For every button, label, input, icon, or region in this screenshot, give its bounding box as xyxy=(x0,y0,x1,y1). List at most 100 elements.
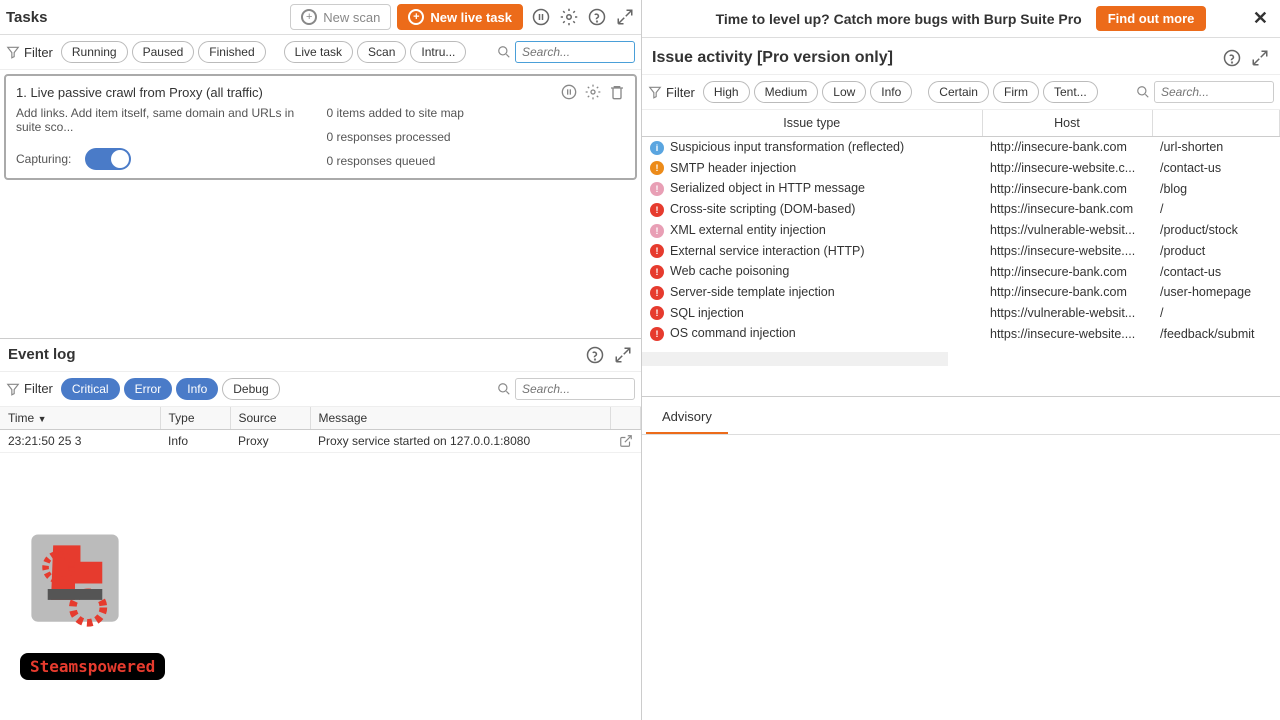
filter-pill-info[interactable]: Info xyxy=(176,378,218,400)
severity-icon: ! xyxy=(650,203,664,217)
eventlog-row[interactable]: 23:21:50 25 3 Info Proxy Proxy service s… xyxy=(0,429,641,452)
help-icon[interactable] xyxy=(1222,48,1242,68)
promo-bar: Time to level up? Catch more bugs with B… xyxy=(642,0,1280,38)
issue-row[interactable]: !Cross-site scripting (DOM-based)https:/… xyxy=(642,199,1280,220)
pause-icon[interactable] xyxy=(531,7,551,27)
issue-row[interactable]: !External service interaction (HTTP)http… xyxy=(642,241,1280,262)
severity-icon: ! xyxy=(650,182,664,196)
expand-icon[interactable] xyxy=(615,7,635,27)
conf-pill-firm[interactable]: Firm xyxy=(993,81,1039,103)
col-path[interactable] xyxy=(1152,110,1280,137)
task-card-title: 1. Live passive crawl from Proxy (all tr… xyxy=(16,85,561,100)
filter-pill-paused[interactable]: Paused xyxy=(132,41,195,63)
filter-pill-error[interactable]: Error xyxy=(124,378,173,400)
search-icon[interactable] xyxy=(497,45,511,59)
conf-pill-certain[interactable]: Certain xyxy=(928,81,989,103)
tasks-filter-bar: Filter Running Paused Finished Live task… xyxy=(0,35,641,70)
plus-icon: + xyxy=(301,9,317,25)
search-icon[interactable] xyxy=(497,382,511,396)
issue-row[interactable]: !Web cache poisoninghttp://insecure-bank… xyxy=(642,261,1280,282)
expand-icon[interactable] xyxy=(613,345,633,365)
severity-icon: ! xyxy=(650,161,664,175)
issue-row[interactable]: !SQL injectionhttps://vulnerable-websit.… xyxy=(642,303,1280,324)
eventlog-table: Time ▼ Type Source Message 23:21:50 25 3… xyxy=(0,407,641,453)
severity-icon: ! xyxy=(650,286,664,300)
promo-text: Time to level up? Catch more bugs with B… xyxy=(716,11,1082,27)
severity-icon: ! xyxy=(650,224,664,238)
col-host[interactable]: Host xyxy=(982,110,1152,137)
col-message[interactable]: Message xyxy=(310,407,611,430)
col-issuetype[interactable]: Issue type xyxy=(642,110,982,137)
expand-icon[interactable] xyxy=(1250,48,1270,68)
filter-label: Filter xyxy=(24,381,53,396)
tasks-header: Tasks + New scan + New live task xyxy=(0,0,641,35)
new-live-task-button[interactable]: + New live task xyxy=(397,4,523,30)
close-icon[interactable]: ✕ xyxy=(1253,8,1268,29)
capturing-toggle[interactable] xyxy=(85,148,131,170)
severity-icon: ! xyxy=(650,306,664,320)
sort-down-icon: ▼ xyxy=(38,414,47,424)
new-scan-button[interactable]: + New scan xyxy=(290,4,391,30)
filter-icon xyxy=(6,45,20,59)
task-card[interactable]: 1. Live passive crawl from Proxy (all tr… xyxy=(4,74,637,180)
pause-icon[interactable] xyxy=(561,84,577,100)
issue-title: Issue activity [Pro version only] xyxy=(652,49,1214,67)
sev-pill-info[interactable]: Info xyxy=(870,81,912,103)
filter-pill-running[interactable]: Running xyxy=(61,41,128,63)
filter-pill-livetask[interactable]: Live task xyxy=(284,41,353,63)
external-link-icon[interactable] xyxy=(611,429,641,452)
issue-row[interactable]: !Server-side template injectionhttp://in… xyxy=(642,282,1280,303)
issue-header: Issue activity [Pro version only] xyxy=(642,38,1280,75)
filter-pill-finished[interactable]: Finished xyxy=(198,41,265,63)
filter-pill-debug[interactable]: Debug xyxy=(222,378,279,400)
issue-row[interactable]: iSuspicious input transformation (reflec… xyxy=(642,137,1280,158)
new-live-label: New live task xyxy=(430,10,512,25)
severity-icon: ! xyxy=(650,327,664,341)
col-time[interactable]: Time ▼ xyxy=(0,407,160,430)
severity-icon: ! xyxy=(650,265,664,279)
issues-search-input[interactable] xyxy=(1154,81,1274,103)
filter-icon xyxy=(6,382,20,396)
capturing-label: Capturing: xyxy=(16,152,71,166)
trash-icon[interactable] xyxy=(609,84,625,100)
new-scan-label: New scan xyxy=(323,10,380,25)
tasks-search-input[interactable] xyxy=(515,41,635,63)
issue-row[interactable]: !OS command injectionhttps://insecure-we… xyxy=(642,323,1280,344)
eventlog-header: Event log xyxy=(0,338,641,372)
issue-table: Issue type Host iSuspicious input transf… xyxy=(642,110,1280,397)
gear-icon[interactable] xyxy=(585,84,601,100)
filter-pill-intruder[interactable]: Intru... xyxy=(410,41,466,63)
conf-pill-tentative[interactable]: Tent... xyxy=(1043,81,1098,103)
sev-pill-high[interactable]: High xyxy=(703,81,750,103)
issue-row[interactable]: !SMTP header injectionhttp://insecure-we… xyxy=(642,158,1280,179)
sev-pill-medium[interactable]: Medium xyxy=(754,81,819,103)
gear-icon[interactable] xyxy=(559,7,579,27)
task-description: Add links. Add item itself, same domain … xyxy=(16,106,315,134)
issue-row[interactable]: !XML external entity injectionhttps://vu… xyxy=(642,220,1280,241)
help-icon[interactable] xyxy=(587,7,607,27)
filter-icon xyxy=(648,85,662,99)
issue-filter-bar: Filter High Medium Low Info Certain Firm… xyxy=(642,75,1280,110)
eventlog-search-input[interactable] xyxy=(515,378,635,400)
filter-pill-scan[interactable]: Scan xyxy=(357,41,406,63)
tasks-title: Tasks xyxy=(6,9,290,26)
task-stat: 0 responses queued xyxy=(327,154,626,168)
search-icon[interactable] xyxy=(1136,85,1150,99)
advisory-tabs: Advisory xyxy=(642,397,1280,435)
promo-button[interactable]: Find out more xyxy=(1096,6,1207,31)
help-icon[interactable] xyxy=(585,345,605,365)
col-source[interactable]: Source xyxy=(230,407,310,430)
severity-icon: ! xyxy=(650,244,664,258)
issue-row[interactable]: !Serialized object in HTTP messagehttp:/… xyxy=(642,178,1280,199)
scrollbar-horizontal[interactable] xyxy=(642,352,948,366)
col-type[interactable]: Type xyxy=(160,407,230,430)
tab-advisory[interactable]: Advisory xyxy=(646,401,728,434)
severity-icon: i xyxy=(650,141,664,155)
filter-pill-critical[interactable]: Critical xyxy=(61,378,120,400)
advisory-pane xyxy=(642,435,1280,720)
sev-pill-low[interactable]: Low xyxy=(822,81,866,103)
filter-label: Filter xyxy=(666,85,695,100)
filter-label: Filter xyxy=(24,45,53,60)
task-stat: 0 items added to site map xyxy=(327,106,626,120)
eventlog-filter-bar: Filter Critical Error Info Debug xyxy=(0,372,641,407)
